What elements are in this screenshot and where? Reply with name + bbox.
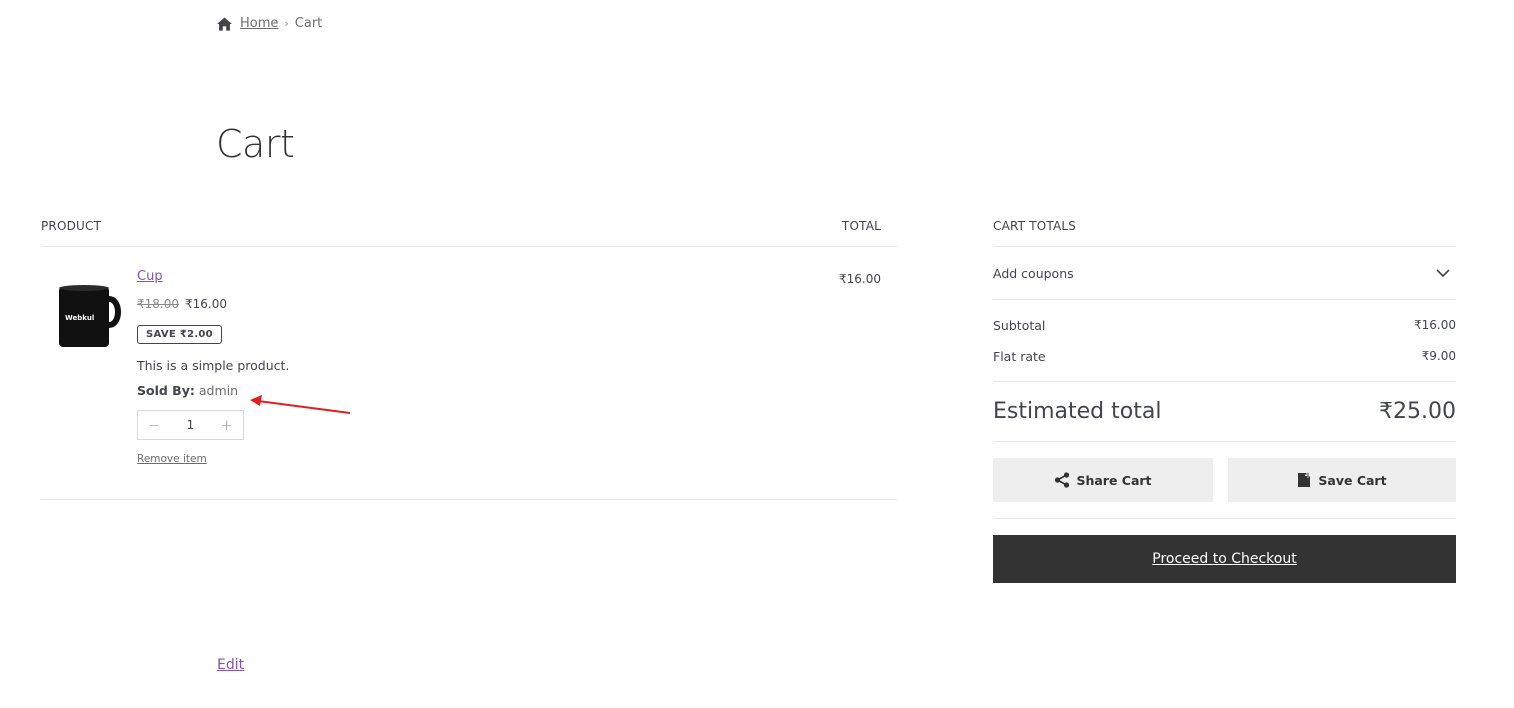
cart-items-table: Product Total Webkul Cup ₹18.00 ₹16.00 SA… <box>41 210 897 500</box>
shipping-value: ₹9.00 <box>1421 349 1456 363</box>
cart-totals: Cart totals Add coupons Subtotal ₹16.00 … <box>993 210 1456 583</box>
sold-by-value: admin <box>198 383 239 398</box>
regular-price: ₹18.00 <box>137 297 179 311</box>
item-details: Cup ₹18.00 ₹16.00 SAVE ₹2.00 This is a si… <box>137 269 289 465</box>
page-title: Cart <box>216 122 295 166</box>
edit-link[interactable]: Edit <box>217 657 244 673</box>
breadcrumb-current: Cart <box>294 16 323 31</box>
add-coupons-toggle[interactable]: Add coupons <box>993 247 1456 300</box>
breadcrumb-separator: › <box>284 17 289 30</box>
quantity-stepper[interactable]: − 1 + <box>137 410 244 440</box>
price-line: ₹18.00 ₹16.00 <box>137 297 289 311</box>
estimated-total-row: Estimated total ₹25.00 <box>993 382 1456 442</box>
annotation-arrow-icon <box>250 395 351 414</box>
quantity-decrease-button[interactable]: − <box>148 416 161 434</box>
cart-totals-heading: Cart totals <box>993 210 1456 247</box>
product-thumbnail[interactable]: Webkul <box>55 283 123 351</box>
share-cart-button[interactable]: Share Cart <box>993 458 1213 502</box>
save-cart-label: Save Cart <box>1318 472 1387 488</box>
proceed-to-checkout-button[interactable]: Proceed to Checkout <box>993 535 1456 583</box>
share-cart-label: Share Cart <box>1076 472 1152 488</box>
subtotal-label: Subtotal <box>993 318 1046 333</box>
file-plus-icon <box>1298 472 1312 487</box>
save-badge: SAVE ₹2.00 <box>137 325 222 344</box>
estimated-total-label: Estimated total <box>993 399 1162 424</box>
subtotal-row: Subtotal ₹16.00 <box>993 300 1456 333</box>
thumbnail-brand-text: Webkul <box>65 314 94 322</box>
column-product: Product <box>41 219 102 233</box>
add-coupons-label: Add coupons <box>993 265 1074 281</box>
sale-price: ₹16.00 <box>185 297 227 311</box>
breadcrumb-home-link[interactable]: Home <box>240 16 278 31</box>
breadcrumb: Home › Cart <box>217 16 322 31</box>
save-cart-button[interactable]: Save Cart <box>1228 458 1456 502</box>
remove-item-link[interactable]: Remove item <box>137 453 289 465</box>
estimated-total-value: ₹25.00 <box>1379 399 1456 424</box>
product-name-link[interactable]: Cup <box>137 269 289 284</box>
share-icon <box>1055 472 1070 488</box>
item-line-total: ₹16.00 <box>839 272 881 286</box>
chevron-down-icon[interactable] <box>1436 268 1450 278</box>
subtotal-value: ₹16.00 <box>1414 318 1456 332</box>
column-total: Total <box>841 219 881 233</box>
cart-action-buttons: Share Cart Save Cart <box>993 458 1456 519</box>
quantity-value[interactable]: 1 <box>187 418 195 432</box>
quantity-increase-button[interactable]: + <box>220 416 233 434</box>
sold-by-label: Sold By: <box>137 383 195 398</box>
cart-item-row: Webkul Cup ₹18.00 ₹16.00 SAVE ₹2.00 This … <box>41 247 897 500</box>
shipping-label: Flat rate <box>993 349 1046 364</box>
home-icon <box>217 16 232 31</box>
product-description: This is a simple product. <box>137 358 290 373</box>
shipping-row: Flat rate ₹9.00 <box>993 333 1456 382</box>
table-header: Product Total <box>41 210 897 247</box>
